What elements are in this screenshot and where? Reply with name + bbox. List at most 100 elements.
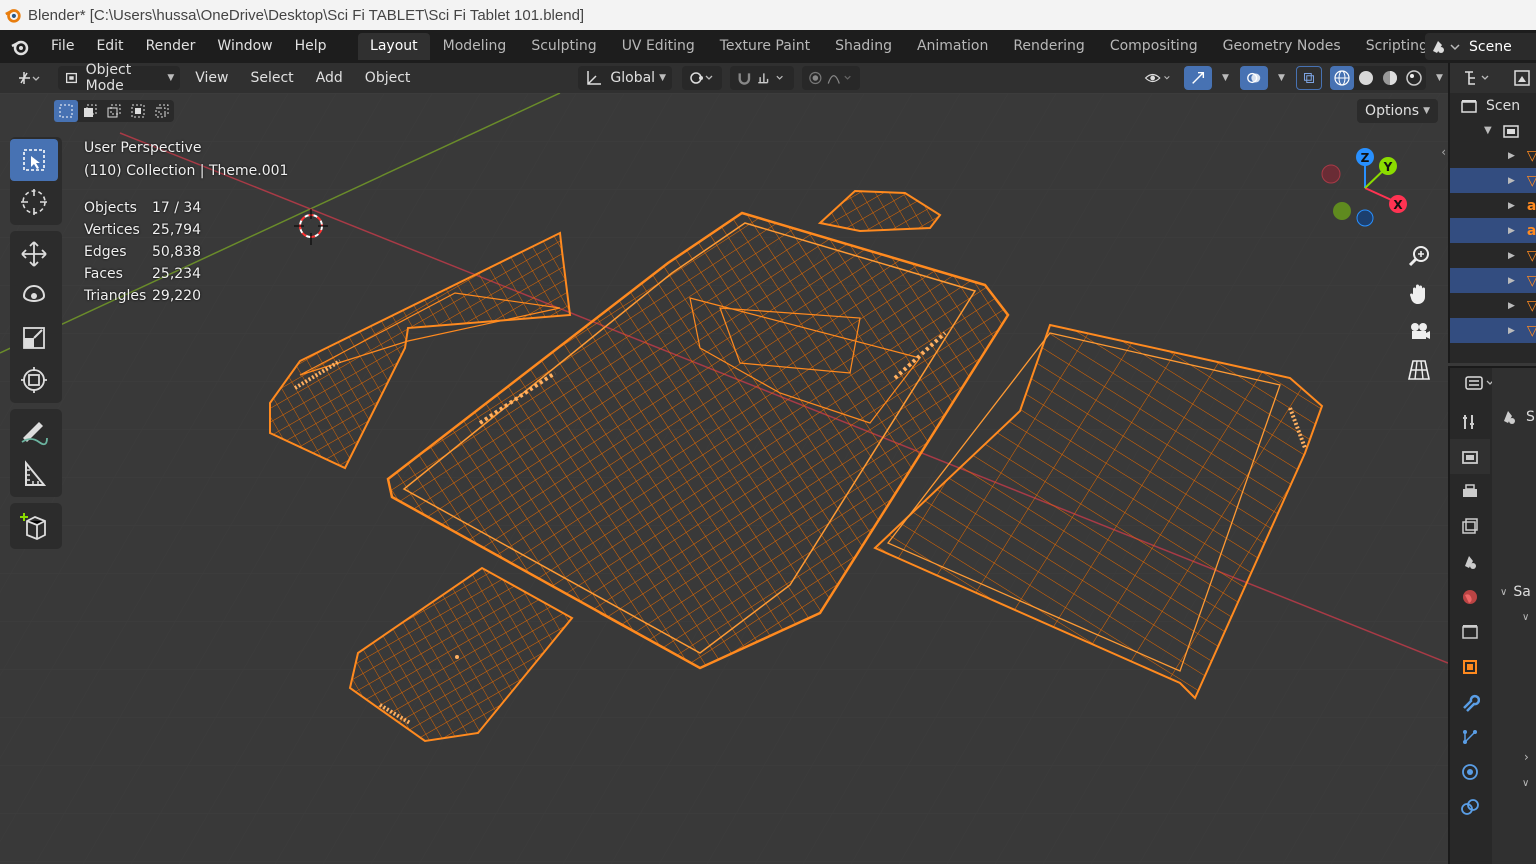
sidebar-toggle-icon[interactable]: ‹ — [1441, 145, 1446, 159]
scale-tool[interactable] — [10, 317, 58, 359]
menu-render[interactable]: Render — [135, 30, 207, 63]
chevron-down-icon[interactable]: ∨ — [1522, 612, 1529, 623]
tab-constraints-properties[interactable] — [1450, 789, 1490, 824]
rendered-shading-button[interactable] — [1402, 66, 1426, 90]
overlays-dropdown[interactable]: ▼ — [1268, 66, 1290, 90]
tab-geometry-nodes[interactable]: Geometry Nodes — [1210, 33, 1353, 60]
outliner-object-row[interactable]: ▶ ▽ — [1450, 168, 1536, 193]
select-subtract-button[interactable] — [102, 100, 126, 122]
tab-scene-properties[interactable] — [1450, 544, 1490, 579]
tab-collection-properties[interactable] — [1450, 614, 1490, 649]
gizmo-dropdown[interactable]: ▼ — [1212, 66, 1234, 90]
menu-file[interactable]: File — [40, 30, 85, 63]
add-cube-tool[interactable] — [10, 505, 58, 547]
disclosure-triangle-icon[interactable]: ▶ — [1508, 151, 1515, 161]
disclosure-triangle-icon[interactable]: ▶ — [1508, 276, 1515, 286]
transform-orientation-selector[interactable]: Global ▼ — [578, 66, 672, 90]
zoom-button[interactable] — [1404, 241, 1434, 271]
solid-shading-button[interactable] — [1354, 66, 1378, 90]
outliner-object-row[interactable]: ▶ ▽ — [1450, 318, 1536, 343]
overlays-toggle-button[interactable] — [1240, 66, 1268, 90]
3d-viewport[interactable]: User Perspective (110) Collection | Them… — [0, 93, 1448, 864]
options-button[interactable]: Options ▼ — [1357, 99, 1438, 123]
xray-toggle-button[interactable] — [1296, 66, 1322, 90]
tab-world-properties[interactable] — [1450, 579, 1490, 614]
perspective-toggle-button[interactable] — [1404, 355, 1434, 385]
chevron-right-icon[interactable]: › — [1524, 750, 1529, 764]
snapping-button[interactable] — [730, 66, 794, 90]
tab-modeling[interactable]: Modeling — [430, 33, 519, 60]
proportional-editing-button[interactable] — [802, 66, 860, 90]
tab-uv-editing[interactable]: UV Editing — [609, 33, 707, 60]
visibility-button[interactable] — [1138, 66, 1180, 90]
select-invert-button[interactable] — [126, 100, 150, 122]
disclosure-triangle-icon[interactable]: ▶ — [1508, 251, 1515, 261]
disclosure-triangle-icon[interactable]: ▼ — [1484, 125, 1492, 136]
viewport-menu-select[interactable]: Select — [239, 62, 304, 95]
disclosure-triangle-icon[interactable]: ▶ — [1508, 301, 1515, 311]
select-new-button[interactable] — [54, 100, 78, 122]
annotate-tool[interactable] — [10, 411, 58, 453]
material-preview-button[interactable] — [1378, 66, 1402, 90]
menu-edit[interactable]: Edit — [85, 30, 134, 63]
tab-object-properties[interactable] — [1450, 649, 1490, 684]
measure-tool[interactable] — [10, 453, 58, 495]
chevron-down-icon[interactable]: ∨ — [1522, 778, 1529, 789]
select-intersect-button[interactable] — [150, 100, 174, 122]
tab-view-layer-properties[interactable] — [1450, 509, 1490, 544]
navigation-gizmo[interactable]: Z Y X — [1320, 143, 1430, 243]
tab-animation[interactable]: Animation — [904, 33, 1000, 60]
tab-shading[interactable]: Shading — [823, 33, 905, 60]
outliner-object-row[interactable]: ▶ ▽ — [1450, 143, 1536, 168]
outliner-object-row[interactable]: ▶ a — [1450, 218, 1536, 243]
move-tool[interactable] — [10, 233, 58, 275]
disclosure-triangle-icon[interactable]: ▶ — [1508, 201, 1515, 211]
outliner-object-row[interactable]: ▶ ▽ — [1450, 268, 1536, 293]
transform-tool[interactable] — [10, 359, 58, 401]
gizmo-toggle-button[interactable] — [1184, 66, 1212, 90]
tab-modifier-properties[interactable] — [1450, 684, 1490, 719]
tab-layout[interactable]: Layout — [357, 33, 431, 60]
tab-physics-properties[interactable] — [1450, 754, 1490, 789]
mode-selector[interactable]: Object Mode ▼ — [57, 62, 181, 94]
cursor-tool[interactable] — [10, 181, 58, 223]
tab-compositing[interactable]: Compositing — [1097, 33, 1210, 60]
outliner-object-row[interactable]: ▶ a — [1450, 193, 1536, 218]
wireframe-shading-button[interactable] — [1330, 66, 1354, 90]
viewport-menu-view[interactable]: View — [184, 62, 239, 95]
disclosure-triangle-icon[interactable]: ▶ — [1508, 226, 1515, 236]
editor-type-button[interactable] — [12, 66, 50, 90]
tab-output-properties[interactable] — [1450, 474, 1490, 509]
tab-sculpting[interactable]: Sculpting — [519, 33, 609, 60]
disclosure-triangle-icon[interactable]: ▶ — [1508, 176, 1515, 186]
select-box-tool[interactable] — [10, 139, 58, 181]
viewport-menu-object[interactable]: Object — [354, 62, 422, 95]
tab-tool-properties[interactable] — [1450, 404, 1490, 439]
viewport-menu-add[interactable]: Add — [305, 62, 354, 95]
shading-dropdown[interactable]: ▼ — [1426, 66, 1448, 90]
menu-window[interactable]: Window — [206, 30, 283, 63]
tab-rendering[interactable]: Rendering — [1001, 33, 1098, 60]
blender-menu-icon[interactable] — [0, 37, 40, 57]
scene-selector[interactable]: Scene — [1425, 33, 1536, 60]
neg-x-axis-handle[interactable] — [1321, 164, 1341, 184]
pan-button[interactable] — [1404, 279, 1434, 309]
select-extend-button[interactable] — [78, 100, 102, 122]
outliner-collection-row[interactable]: ▼ — [1450, 118, 1536, 143]
tab-particles-properties[interactable] — [1450, 719, 1490, 754]
camera-view-button[interactable] — [1404, 317, 1434, 347]
disclosure-triangle-icon[interactable]: ▶ — [1508, 326, 1515, 336]
properties-section-header[interactable]: ∨ Sa — [1500, 584, 1531, 600]
pivot-point-button[interactable] — [682, 66, 722, 90]
neg-z-axis-handle[interactable] — [1356, 209, 1374, 227]
outliner-filter-icon[interactable] — [1512, 68, 1532, 88]
neg-y-axis-handle[interactable] — [1333, 202, 1351, 220]
outliner-object-row[interactable]: ▶ ▽ — [1450, 293, 1536, 318]
outliner-display-mode-icon[interactable] — [1462, 68, 1512, 88]
menu-help[interactable]: Help — [284, 30, 338, 63]
outliner-scene-row[interactable]: Scen — [1450, 93, 1536, 118]
rotate-tool[interactable] — [10, 275, 58, 317]
tab-texture-paint[interactable]: Texture Paint — [707, 33, 822, 60]
tab-render-properties[interactable] — [1450, 439, 1490, 474]
outliner-object-row[interactable]: ▶ ▽ — [1450, 243, 1536, 268]
